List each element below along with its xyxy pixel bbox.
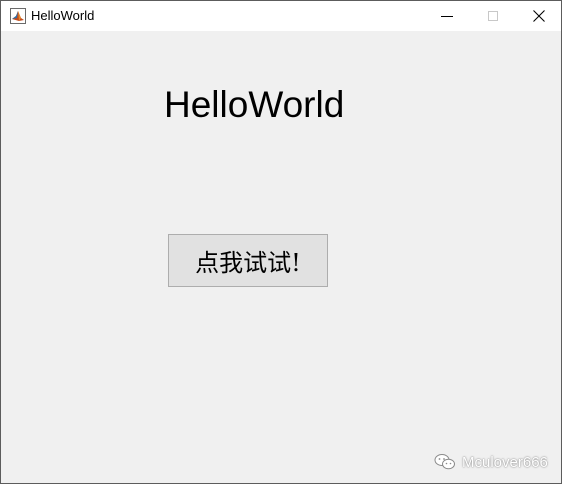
title-bar[interactable]: HelloWorld: [1, 1, 561, 31]
watermark: Mculover666: [434, 451, 548, 473]
minimize-icon: [441, 16, 453, 17]
hello-world-label: HelloWorld: [164, 84, 345, 125]
app-window: HelloWorld HelloWorld 点我试试! Mculover666: [0, 0, 562, 484]
close-icon: [533, 10, 545, 22]
matlab-logo-icon: [10, 8, 26, 24]
window-title: HelloWorld: [31, 8, 95, 23]
wechat-icon: [434, 454, 455, 470]
maximize-button[interactable]: [470, 1, 516, 31]
close-button[interactable]: [516, 1, 562, 31]
try-it-button[interactable]: 点我试试!: [168, 234, 328, 287]
minimize-button[interactable]: [424, 1, 470, 31]
watermark-text: Mculover666: [462, 453, 548, 471]
try-it-button-label: 点我试试!: [195, 249, 301, 277]
maximize-icon: [488, 11, 498, 21]
